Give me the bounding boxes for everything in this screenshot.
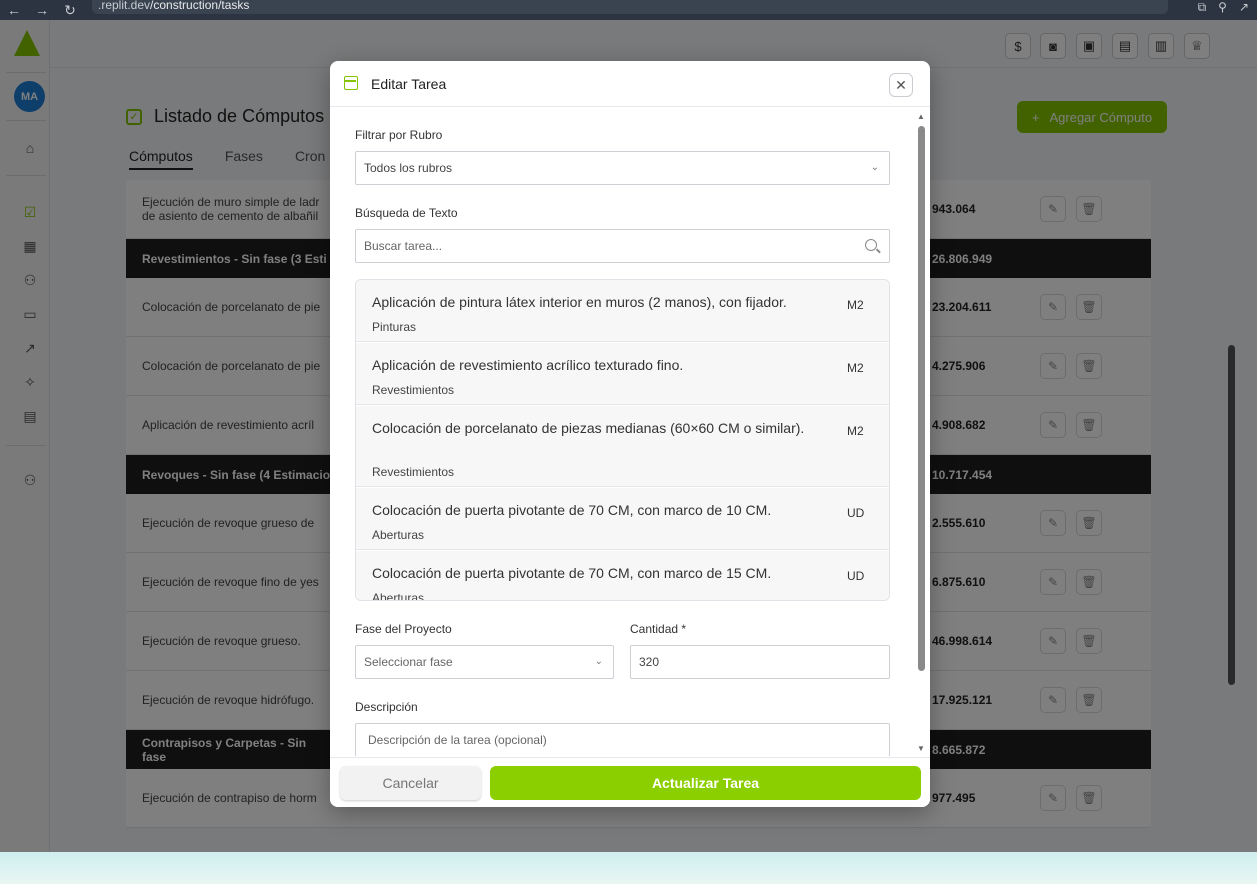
task-option[interactable]: Colocación de puerta pivotante de 70 CM,… <box>356 551 889 601</box>
phase-label: Fase del Proyecto <box>355 622 452 636</box>
devices-icon[interactable]: ⧉ <box>1198 0 1207 15</box>
close-icon: ✕ <box>895 76 907 93</box>
task-name: Colocación de porcelanato de piezas medi… <box>372 420 805 436</box>
description-textarea[interactable]: Descripción de la tarea (opcional) <box>355 723 890 756</box>
open-new-icon[interactable]: ↗ <box>1239 0 1249 15</box>
modal-footer: Cancelar Actualizar Tarea <box>330 757 930 807</box>
rubro-select[interactable]: Todos los rubros ⌄ <box>355 151 890 185</box>
task-unit: UD <box>847 569 865 583</box>
chevron-down-icon: ⌄ <box>594 656 603 667</box>
task-list: Aplicación de pintura látex interior en … <box>355 279 890 601</box>
close-button[interactable]: ✕ <box>889 73 913 97</box>
search-input[interactable]: Buscar tarea... <box>355 229 890 263</box>
scroll-down-icon[interactable]: ▼ <box>917 744 925 753</box>
task-category: Pinturas <box>372 320 417 334</box>
quantity-input[interactable]: 320 <box>630 645 890 679</box>
modal-header: Editar Tarea ✕ <box>330 61 930 107</box>
calendar-icon <box>344 76 358 90</box>
description-placeholder: Descripción de la tarea (opcional) <box>368 733 547 747</box>
reload-icon[interactable]: ↻ <box>56 2 84 19</box>
task-unit: M2 <box>847 424 864 438</box>
url-path: /construction/tasks <box>150 0 250 12</box>
modal-title: Editar Tarea <box>371 76 447 92</box>
task-option[interactable]: Aplicación de revestimiento acrílico tex… <box>356 343 889 405</box>
task-category: Revestimientos <box>372 383 455 397</box>
search-placeholder: Buscar tarea... <box>364 239 443 253</box>
cancel-button[interactable]: Cancelar <box>340 766 481 800</box>
task-name: Colocación de puerta pivotante de 70 CM,… <box>372 565 772 581</box>
back-icon[interactable]: ← <box>0 2 28 18</box>
task-name: Colocación de puerta pivotante de 70 CM,… <box>372 502 772 518</box>
task-unit: UD <box>847 506 865 520</box>
os-taskbar <box>0 852 1257 884</box>
url-bar[interactable]: .replit.dev/construction/tasks <box>92 0 1168 14</box>
edit-task-modal: Editar Tarea ✕ Filtrar por Rubro Todos l… <box>330 61 930 807</box>
filter-label: Filtrar por Rubro <box>355 128 443 142</box>
task-name: Aplicación de pintura látex interior en … <box>372 294 787 310</box>
task-option[interactable]: Aplicación de pintura látex interior en … <box>356 280 889 342</box>
task-category: Aberturas <box>372 528 425 542</box>
tools-icon[interactable]: ⚲ <box>1218 0 1227 15</box>
rubro-select-value: Todos los rubros <box>364 161 453 175</box>
modal-scrollbar[interactable] <box>918 126 925 671</box>
modal-body: Filtrar por Rubro Todos los rubros ⌄ Bús… <box>330 108 930 756</box>
search-icon <box>865 239 877 251</box>
url-prefix: .replit.dev <box>98 0 151 12</box>
task-category: Aberturas <box>372 591 425 601</box>
update-task-button[interactable]: Actualizar Tarea <box>490 766 921 800</box>
forward-icon[interactable]: → <box>28 2 56 18</box>
phase-select[interactable]: Seleccionar fase ⌄ <box>355 645 614 679</box>
task-unit: M2 <box>847 298 864 312</box>
search-label: Búsqueda de Texto <box>355 206 458 220</box>
quantity-label: Cantidad * <box>630 622 687 636</box>
task-option[interactable]: Colocación de porcelanato de piezas medi… <box>356 406 889 487</box>
description-label: Descripción <box>355 700 418 714</box>
task-unit: M2 <box>847 361 864 375</box>
task-option[interactable]: Colocación de puerta pivotante de 70 CM,… <box>356 488 889 550</box>
phase-placeholder: Seleccionar fase <box>364 655 453 669</box>
scroll-up-icon[interactable]: ▲ <box>917 112 925 121</box>
task-name: Aplicación de revestimiento acrílico tex… <box>372 357 684 373</box>
task-category: Revestimientos <box>372 465 455 479</box>
chevron-down-icon: ⌄ <box>870 162 879 173</box>
browser-actions: ⧉ ⚲ ↗ <box>1198 0 1249 15</box>
quantity-value: 320 <box>639 655 660 669</box>
